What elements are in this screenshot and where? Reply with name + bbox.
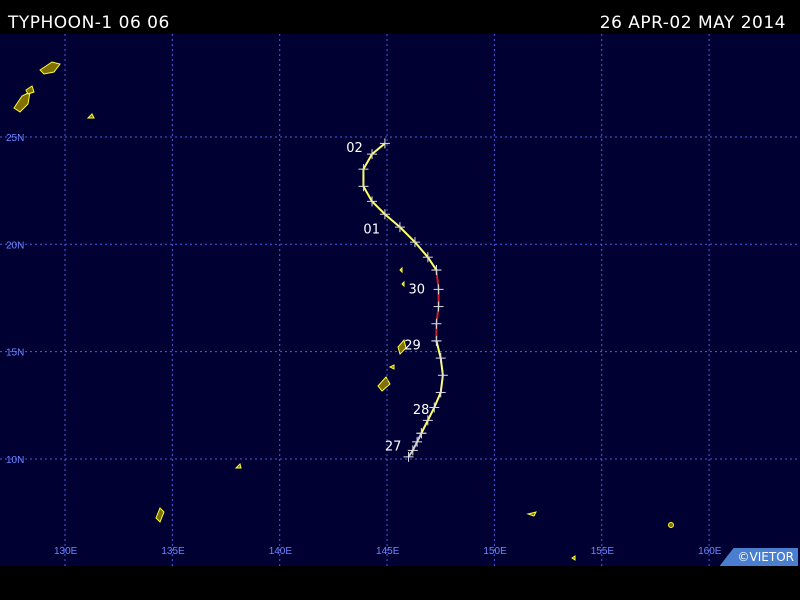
track-segment bbox=[362, 142, 438, 271]
island bbox=[571, 555, 576, 561]
latitude-label: 15N bbox=[6, 348, 24, 359]
map-title: TYPHOON-1 06 06 bbox=[8, 13, 170, 33]
island bbox=[526, 511, 537, 517]
island bbox=[388, 364, 395, 370]
header-bar: TYPHOON-1 06 06 26 APR-02 MAY 2014 bbox=[0, 0, 800, 34]
island bbox=[401, 280, 405, 288]
map-canvas: 10N 15N 20N 25N 130E 135E 140E 145E 150E 155E 160E… bbox=[0, 34, 800, 566]
footer-bar bbox=[0, 566, 800, 600]
longitude-label: 130E bbox=[54, 546, 78, 557]
date-labels: 27 28 29 30 01 02 bbox=[346, 141, 429, 454]
date-label: 02 bbox=[346, 141, 363, 156]
island bbox=[377, 376, 391, 392]
island bbox=[25, 85, 35, 95]
date-range: 26 APR-02 MAY 2014 bbox=[599, 13, 786, 33]
island bbox=[399, 266, 403, 274]
track-map: 10N 15N 20N 25N 130E 135E 140E 145E 150E 155E 160E… bbox=[0, 34, 800, 566]
latitude-label: 20N bbox=[6, 240, 24, 251]
longitude-label: 135E bbox=[161, 546, 185, 557]
grid-labels: 10N 15N 20N 25N 130E 135E 140E 145E 150E 155E 160E bbox=[6, 133, 722, 557]
storm-track bbox=[358, 138, 448, 462]
date-label: 29 bbox=[404, 339, 421, 354]
date-label: 27 bbox=[385, 439, 402, 454]
track-segment bbox=[407, 432, 423, 458]
date-label: 01 bbox=[363, 223, 380, 238]
island bbox=[234, 463, 242, 469]
longitude-label: 140E bbox=[269, 546, 293, 557]
date-label: 30 bbox=[409, 283, 426, 298]
island bbox=[155, 507, 165, 523]
longitude-label: 145E bbox=[376, 546, 400, 557]
latitude-label: 10N bbox=[6, 455, 24, 466]
latitude-label: 25N bbox=[6, 133, 24, 144]
land-masses bbox=[13, 61, 674, 561]
longitude-label: 155E bbox=[591, 546, 615, 557]
longitude-label: 150E bbox=[483, 546, 507, 557]
lat-lon-grid bbox=[0, 34, 800, 566]
island bbox=[86, 113, 95, 119]
island bbox=[668, 522, 674, 528]
date-label: 28 bbox=[413, 403, 430, 418]
track-segment bbox=[420, 340, 444, 434]
island bbox=[13, 91, 31, 113]
longitude-label: 160E bbox=[698, 546, 722, 557]
island bbox=[39, 61, 61, 75]
